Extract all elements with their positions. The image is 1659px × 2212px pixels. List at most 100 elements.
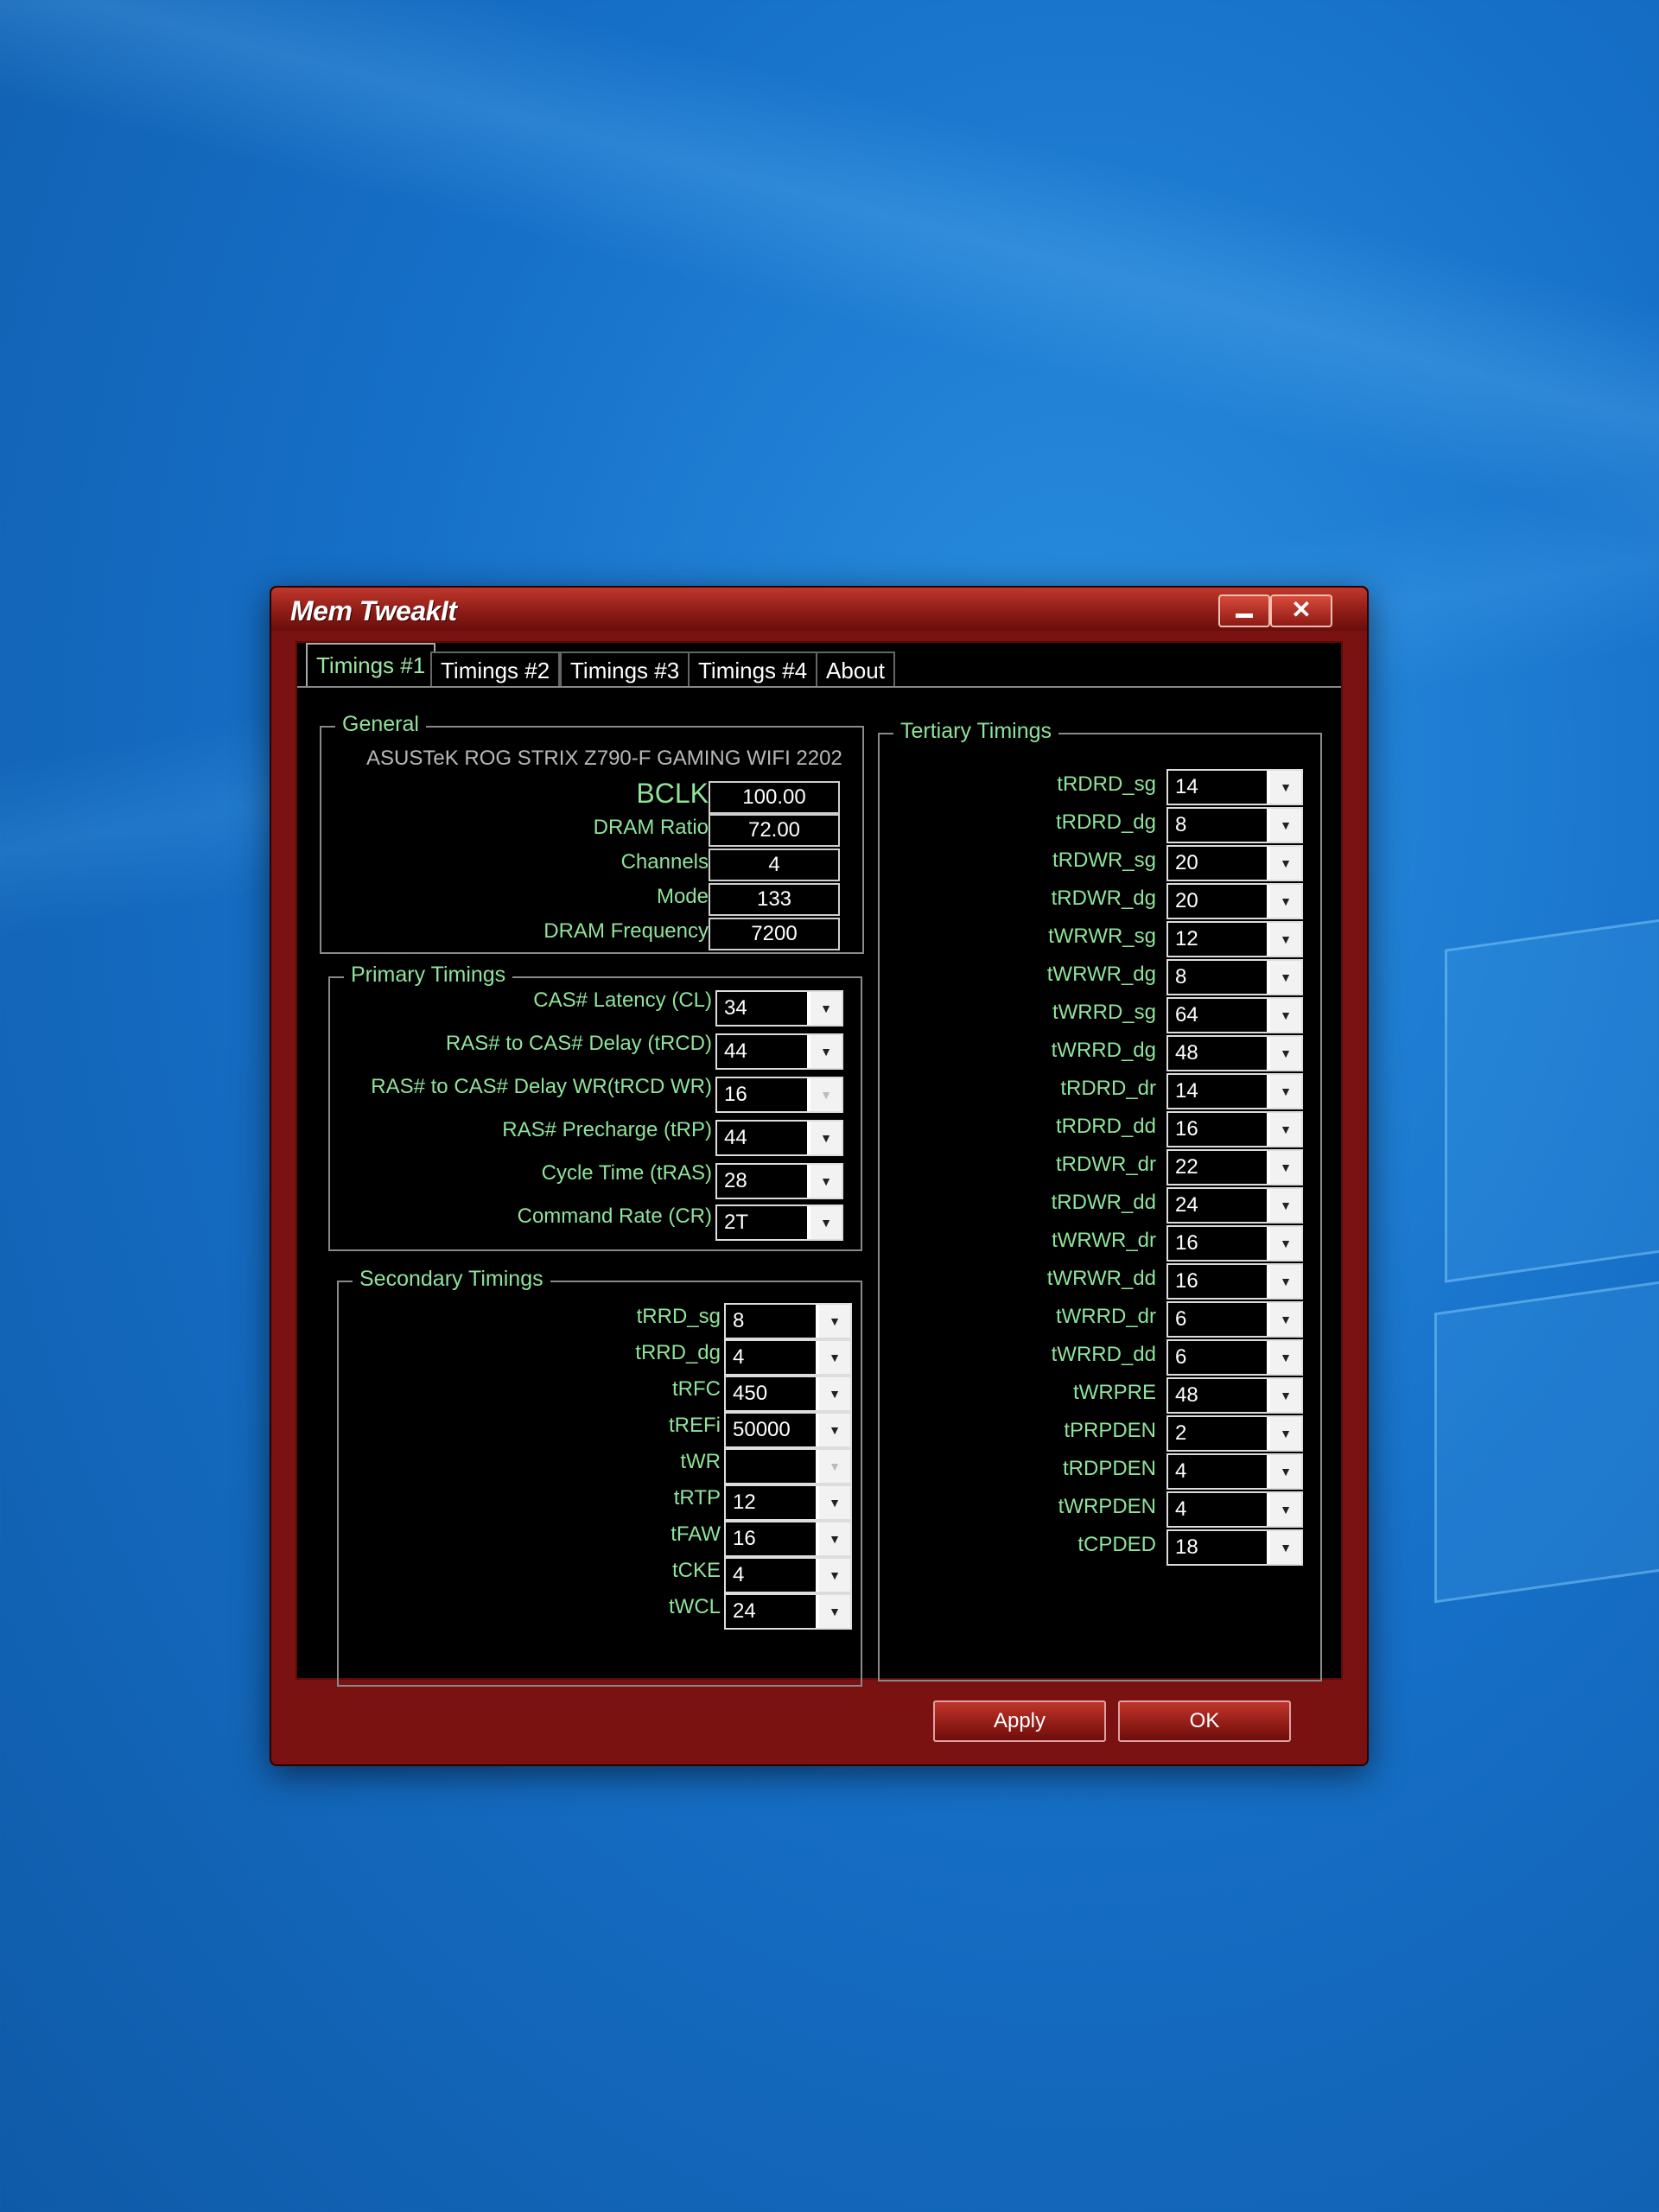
apply-button[interactable]: Apply (933, 1700, 1106, 1742)
chevron-down-icon: ▼ (810, 992, 842, 1025)
trdrd-sg-value: 14 (1168, 771, 1268, 804)
trrd-sg-value: 8 (726, 1305, 817, 1338)
bclk-label: BCLK (636, 778, 709, 809)
chevron-down-icon: ▼ (1270, 1189, 1301, 1222)
tras-value: 28 (717, 1165, 809, 1198)
twrpre-select[interactable]: 48 ▼ (1166, 1377, 1303, 1414)
twrwr-dg-select[interactable]: 8 ▼ (1166, 959, 1303, 995)
primary-timings-group: Primary Timings CAS# Latency (CL) 34 ▼ RA… (328, 963, 862, 1251)
chevron-down-icon: ▼ (819, 1450, 850, 1483)
twcl-select[interactable]: 24 ▼ (724, 1593, 852, 1630)
twrrd-dd-select[interactable]: 6 ▼ (1166, 1339, 1303, 1376)
tcpded-select[interactable]: 18 ▼ (1166, 1529, 1303, 1566)
trdrd-dd-select[interactable]: 16 ▼ (1166, 1111, 1303, 1147)
trefi-value: 50000 (726, 1414, 817, 1446)
trdrd-dr-select[interactable]: 14 ▼ (1166, 1073, 1303, 1109)
tcke-select[interactable]: 4 ▼ (724, 1557, 852, 1593)
channels-value: 4 (709, 849, 840, 881)
twrrd-dr-select[interactable]: 6 ▼ (1166, 1301, 1303, 1338)
twrpden-select[interactable]: 4 ▼ (1166, 1491, 1303, 1528)
twrrd-sg-select[interactable]: 64 ▼ (1166, 997, 1303, 1033)
twrwr-sg-label: tWRWR_sg (1048, 925, 1156, 948)
trdrd-dg-value: 8 (1168, 809, 1268, 842)
trtp-select[interactable]: 12 ▼ (724, 1484, 852, 1521)
mode-label: Mode (656, 885, 709, 908)
trcd-select[interactable]: 44 ▼ (715, 1033, 843, 1070)
tertiary-title: Tertiary Timings (893, 719, 1059, 744)
trdpden-value: 4 (1168, 1455, 1268, 1488)
chevron-down-icon: ▼ (1270, 1455, 1301, 1488)
trdwr-dr-label: tRDWR_dr (1055, 1153, 1156, 1176)
secondary-timings-group: Secondary Timings tRRD_sg 8 ▼ tRRD_dg 4 ▼ … (337, 1267, 862, 1687)
trdrd-sg-select[interactable]: 14 ▼ (1166, 769, 1303, 805)
title-bar[interactable]: Mem TweakIt ✕ (271, 588, 1367, 631)
chevron-down-icon: ▼ (810, 1122, 842, 1154)
tab-timings-2[interactable]: Timings #2 (430, 652, 561, 688)
tab-about[interactable]: About (816, 652, 895, 688)
dram-frequency-value: 7200 (709, 918, 840, 950)
tras-select[interactable]: 28 ▼ (715, 1163, 843, 1199)
bclk-value: 100.00 (709, 781, 840, 814)
tras-label: Cycle Time (tRAS) (541, 1161, 712, 1185)
minimize-button[interactable] (1218, 594, 1270, 627)
cl-select[interactable]: 34 ▼ (715, 990, 843, 1027)
trdrd-dd-value: 16 (1168, 1113, 1268, 1146)
trfc-select[interactable]: 450 ▼ (724, 1376, 852, 1412)
twrwr-dd-select[interactable]: 16 ▼ (1166, 1263, 1303, 1300)
chevron-down-icon: ▼ (819, 1414, 850, 1446)
chevron-down-icon: ▼ (819, 1341, 850, 1374)
tab-divider (297, 686, 1341, 688)
desktop-light-beam (0, 0, 1659, 633)
tprpden-label: tPRPDEN (1064, 1419, 1156, 1442)
twrrd-dr-value: 6 (1168, 1303, 1268, 1336)
twrpden-label: tWRPDEN (1058, 1495, 1156, 1518)
trrd-dg-label: tRRD_dg (635, 1341, 721, 1364)
twr-select[interactable]: ▼ (724, 1448, 852, 1484)
tab-timings-4[interactable]: Timings #4 (688, 652, 818, 688)
trdrd-dr-label: tRDRD_dr (1060, 1077, 1156, 1100)
cr-select[interactable]: 2T ▼ (715, 1205, 843, 1241)
trdrd-dg-select[interactable]: 8 ▼ (1166, 807, 1303, 843)
trefi-select[interactable]: 50000 ▼ (724, 1412, 852, 1448)
trcd-wr-select[interactable]: 16 ▼ (715, 1077, 843, 1113)
tab-timings-3[interactable]: Timings #3 (560, 652, 690, 688)
trdwr-dg-select[interactable]: 20 ▼ (1166, 883, 1303, 919)
trdwr-sg-select[interactable]: 20 ▼ (1166, 845, 1303, 881)
tfaw-select[interactable]: 16 ▼ (724, 1521, 852, 1557)
trrd-dg-select[interactable]: 4 ▼ (724, 1339, 852, 1376)
twrwr-sg-select[interactable]: 12 ▼ (1166, 921, 1303, 957)
close-button[interactable]: ✕ (1270, 594, 1332, 627)
trdpden-select[interactable]: 4 ▼ (1166, 1453, 1303, 1490)
board-name: ASUSTeK ROG STRIX Z790-F GAMING WIFI 220… (366, 747, 842, 770)
ok-button[interactable]: OK (1118, 1700, 1291, 1742)
trdwr-dr-select[interactable]: 22 ▼ (1166, 1149, 1303, 1185)
dram-ratio-label: DRAM Ratio (593, 816, 709, 839)
chevron-down-icon: ▼ (1270, 999, 1301, 1032)
close-icon: ✕ (1291, 596, 1312, 623)
primary-title: Primary Timings (344, 963, 513, 988)
trdwr-dr-value: 22 (1168, 1151, 1268, 1184)
trdrd-dr-value: 14 (1168, 1075, 1268, 1108)
trrd-sg-select[interactable]: 8 ▼ (724, 1303, 852, 1339)
chevron-down-icon: ▼ (1270, 1493, 1301, 1526)
twrwr-dg-label: tWRWR_dg (1046, 963, 1156, 986)
twrrd-dg-select[interactable]: 48 ▼ (1166, 1035, 1303, 1071)
trp-label: RAS# Precharge (tRP) (502, 1118, 712, 1141)
chevron-down-icon: ▼ (810, 1078, 842, 1111)
cl-label: CAS# Latency (CL) (533, 988, 712, 1012)
chevron-down-icon: ▼ (1270, 1075, 1301, 1108)
trdwr-dd-select[interactable]: 24 ▼ (1166, 1187, 1303, 1224)
twrwr-dd-value: 16 (1168, 1265, 1268, 1298)
chevron-down-icon: ▼ (1270, 1531, 1301, 1564)
trdwr-dd-label: tRDWR_dd (1051, 1191, 1156, 1214)
tab-strip: Timings #1 Timings #2 Timings #3 Timings… (297, 643, 1341, 688)
tab-timings-1[interactable]: Timings #1 (306, 643, 436, 688)
twrrd-sg-value: 64 (1168, 999, 1268, 1032)
twrwr-dr-select[interactable]: 16 ▼ (1166, 1225, 1303, 1262)
trp-select[interactable]: 44 ▼ (715, 1120, 843, 1156)
tprpden-select[interactable]: 2 ▼ (1166, 1415, 1303, 1452)
cr-label: Command Rate (CR) (517, 1205, 712, 1228)
window-title: Mem TweakIt (290, 595, 457, 626)
trefi-label: tREFi (669, 1414, 721, 1437)
button-bar: Apply OK (271, 1681, 1367, 1764)
